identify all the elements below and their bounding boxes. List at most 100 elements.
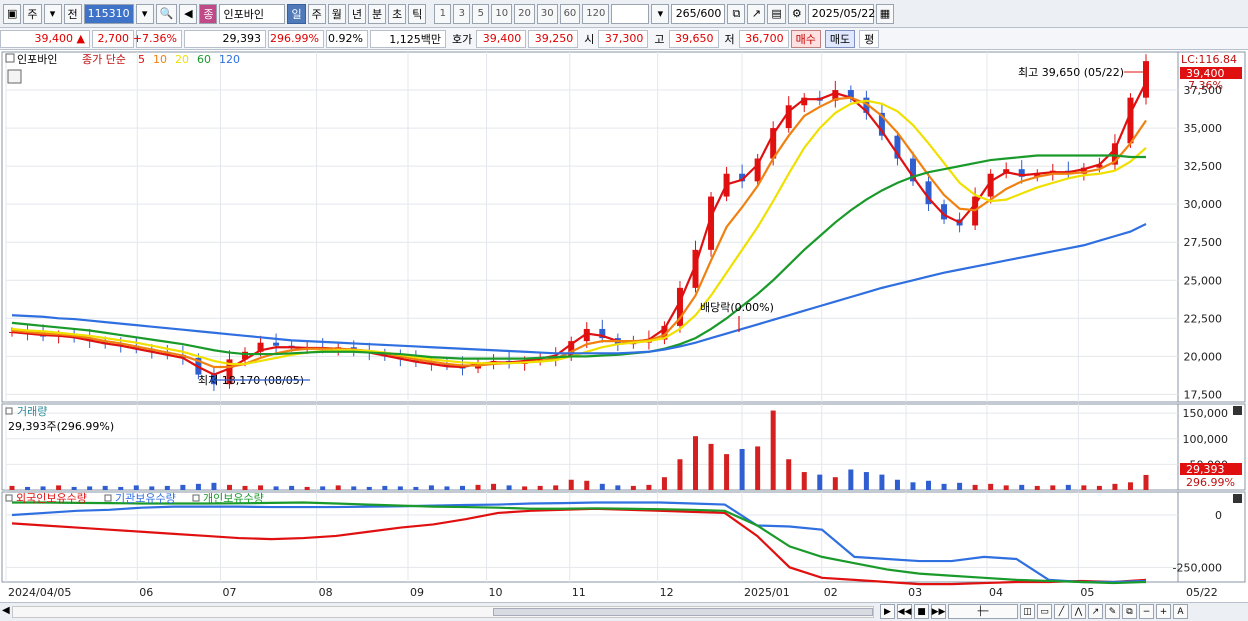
period-button-year[interactable]: 년 xyxy=(347,3,366,24)
volume-bar xyxy=(9,485,15,490)
stock-code-input[interactable]: 115310 xyxy=(83,3,134,24)
minute-button-60[interactable]: 60 xyxy=(559,3,581,24)
volume-bar xyxy=(770,410,776,490)
period-button-week[interactable]: 주 xyxy=(307,3,326,24)
volume-bar xyxy=(1034,485,1040,490)
volume-bar xyxy=(1065,484,1071,490)
copy-icon[interactable]: ⧉ xyxy=(1122,604,1137,619)
volume-bar xyxy=(708,443,714,490)
volume-bar xyxy=(1003,485,1009,490)
brush-icon[interactable]: ✎ xyxy=(1105,604,1120,619)
minute-button-10[interactable]: 10 xyxy=(491,3,513,24)
period-button-minute[interactable]: 분 xyxy=(367,3,387,24)
volume-bar xyxy=(863,472,869,490)
minute-button-20[interactable]: 20 xyxy=(514,3,535,24)
price-tick-label: 22,500 xyxy=(1184,312,1223,325)
buy-button[interactable]: 매수 xyxy=(790,29,821,48)
line-tool-icon[interactable]: ╱ xyxy=(1054,604,1069,619)
font-icon[interactable]: A xyxy=(1173,604,1188,619)
speaker-icon[interactable]: ◀ xyxy=(179,3,198,24)
volume-bar xyxy=(25,486,31,490)
volume-bar xyxy=(1050,485,1056,490)
volume-bar xyxy=(910,482,916,490)
chart-svg: 17,500 20,000 22,500 25,000 27,500 30,000 32,5… xyxy=(1,51,1246,599)
volume-bar xyxy=(879,474,885,490)
volume-bar xyxy=(724,454,730,490)
volume-bar xyxy=(40,486,46,490)
holdings-legend-2: 개인보유수량 xyxy=(203,492,264,505)
legend-box-icon xyxy=(5,53,15,63)
chart-area: 17,500 20,000 22,500 25,000 27,500 30,000 32,5… xyxy=(0,50,1248,602)
dividend-annotation: 배당락(0.00%) xyxy=(700,301,774,314)
forward-icon[interactable]: ▶▶ xyxy=(931,604,946,619)
volume-bar xyxy=(522,486,528,490)
zigzag-icon[interactable]: ⋀ xyxy=(1071,604,1086,619)
period-button-month[interactable]: 월 xyxy=(327,3,346,24)
volume-last-pct: 296.99% xyxy=(1186,476,1235,489)
chevron-down-icon[interactable]: ▾ xyxy=(135,3,154,24)
rewind-icon[interactable]: ◀◀ xyxy=(897,604,912,619)
volume-bar xyxy=(630,485,636,490)
volume-bar xyxy=(195,483,201,490)
candle-settings-icon[interactable]: ⧉ xyxy=(727,3,746,24)
count-input[interactable]: 265/600 xyxy=(671,3,726,24)
calendar-icon[interactable]: ▦ xyxy=(875,3,895,24)
volume-bar xyxy=(894,479,900,490)
chevron-down-icon[interactable]: ▾ xyxy=(43,3,62,24)
volume-bar xyxy=(491,483,497,490)
volume-bar xyxy=(537,485,543,490)
panel-frame-2 xyxy=(1,491,1246,583)
price-tick-label: 30,000 xyxy=(1184,198,1223,211)
minute-button-1[interactable]: 1 xyxy=(434,3,452,24)
horizontal-scrollbar[interactable] xyxy=(12,606,874,618)
volume-bar xyxy=(351,486,357,490)
date-input[interactable]: 2025/05/22 xyxy=(807,3,875,24)
prev-button[interactable]: 전 xyxy=(63,3,82,24)
minute-button-30[interactable]: 30 xyxy=(536,3,558,24)
scroll-thumb[interactable] xyxy=(493,608,873,616)
window-icon[interactable]: ▭ xyxy=(1037,604,1052,619)
minute-button-120[interactable]: 120 xyxy=(582,3,610,24)
volume-bar xyxy=(211,482,217,490)
eval-button[interactable]: 평 xyxy=(859,29,880,48)
holdings-tick-label: -250,000 xyxy=(1173,561,1222,574)
volume-bar xyxy=(289,485,295,490)
volume-bar xyxy=(320,486,326,490)
plus-icon[interactable]: + xyxy=(1156,604,1171,619)
period-button-second[interactable]: 초 xyxy=(388,3,407,24)
volume-legend-icon xyxy=(5,407,13,415)
open-value: 37,300 xyxy=(598,29,649,48)
scroll-left-icon[interactable]: ◀ xyxy=(2,605,10,616)
window-menu-icon[interactable]: ▣ xyxy=(3,3,22,24)
holdings-legend-icon xyxy=(5,494,13,502)
zoom-slider-icon[interactable]: ┼─ xyxy=(948,604,1018,619)
volume-bar xyxy=(972,484,978,490)
volume-tick-label: 100,000 xyxy=(1183,433,1229,446)
period-button-day[interactable]: 일 xyxy=(287,3,306,24)
draw-tool-icon[interactable]: ↗ xyxy=(747,3,766,24)
play-icon[interactable]: ▶ xyxy=(880,604,895,619)
legend-stock-name: 인포바인 xyxy=(17,53,57,66)
period-type-select[interactable]: 주 xyxy=(23,3,42,24)
stock-name: 인포바인 xyxy=(219,3,286,24)
minute-button-5[interactable]: 5 xyxy=(472,3,490,24)
trend-icon[interactable]: ↗ xyxy=(1088,604,1103,619)
custom-period-input[interactable] xyxy=(611,3,650,24)
layout-icon[interactable]: ◫ xyxy=(1020,604,1035,619)
volume-bar xyxy=(180,484,186,490)
minus-icon[interactable]: − xyxy=(1139,604,1154,619)
search-icon[interactable]: 🔍 xyxy=(155,3,178,24)
legend-ma-5: 5 xyxy=(138,53,145,66)
volume-last-label: 29,393 xyxy=(1186,463,1225,476)
holdings-legend-1: 기관보유수량 xyxy=(115,492,176,505)
volume-bar xyxy=(335,485,341,490)
minute-button-3[interactable]: 3 xyxy=(453,3,471,24)
period-button-tick[interactable]: 틱 xyxy=(408,3,427,24)
chevron-down-icon[interactable]: ▾ xyxy=(651,3,670,24)
legend-ma-120: 120 xyxy=(219,53,240,66)
gear-icon[interactable]: ⚙ xyxy=(787,3,806,24)
stop-icon[interactable]: ■ xyxy=(914,604,929,619)
save-icon[interactable]: ▤ xyxy=(767,3,786,24)
sell-button[interactable]: 매도 xyxy=(824,29,856,48)
volume-bar xyxy=(599,483,605,490)
